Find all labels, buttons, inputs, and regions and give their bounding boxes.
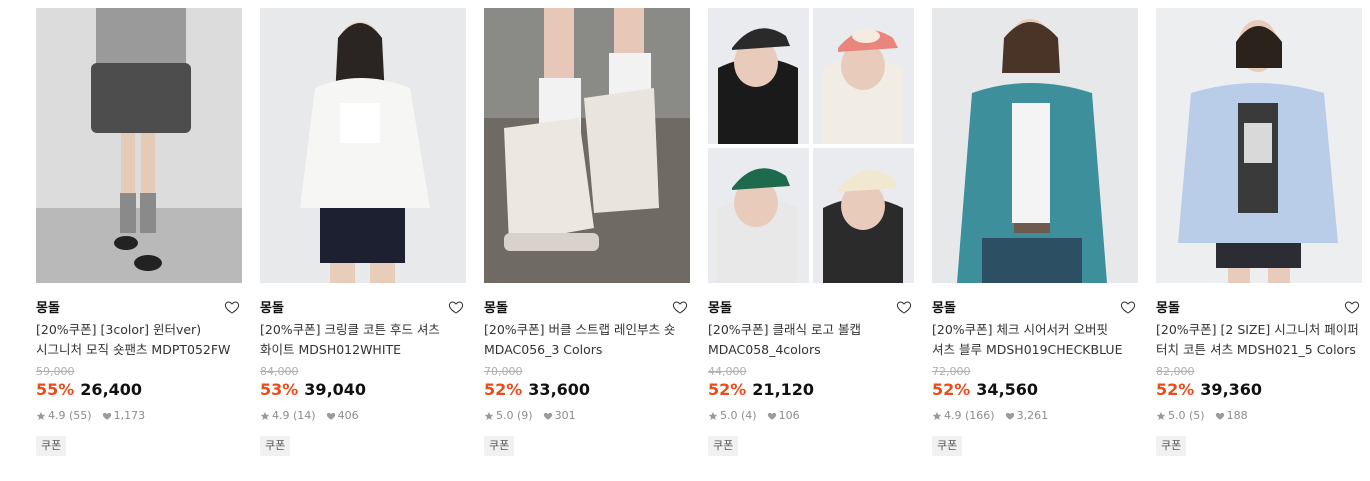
review-meta: 5.0 (5) 188 [1156,408,1362,424]
product-title[interactable]: [20%쿠폰] 버클 스트랩 레인부츠 숏 MDAC056_3 Colors [484,320,690,359]
review-count: (55) [69,409,92,422]
brand-name[interactable]: 몽돌 [932,301,956,316]
like-count: 106 [778,409,800,422]
product-image[interactable] [932,8,1138,283]
product-title[interactable]: [20%쿠폰] [3color] 윈터ver) 시그니처 모직 숏팬츠 MDPT… [36,320,242,359]
like-count: 188 [1226,409,1248,422]
star-icon [260,411,270,420]
product-card[interactable]: 몽돌 [20%쿠폰] [2 SIZE] 시그니처 페이퍼 터치 코튼 셔츠 MD… [1156,8,1362,456]
price-row: 52% 34,560 [932,379,1138,401]
review-meta: 4.9 (14) 406 [260,408,466,424]
original-price: 84,000 [260,365,299,378]
coupon-badge: 쿠폰 [932,436,963,456]
product-card[interactable]: 몽돌 [20%쿠폰] 크링클 코튼 후드 셔츠 화이트 MDSH012WHITE… [260,8,466,456]
product-image[interactable] [1156,8,1362,283]
original-price: 59,000 [36,365,75,378]
product-card[interactable]: 몽돌 [20%쿠폰] 클래식 로고 볼캡 MDAC058_4colors 44,… [708,8,914,456]
original-price: 82,000 [1156,365,1195,378]
review-count: (9) [517,409,533,422]
product-title[interactable]: [20%쿠폰] 체크 시어서커 오버핏 셔츠 블루 MDSH019CHECKBL… [932,320,1138,359]
discount-rate: 52% [1156,380,1195,399]
like-heart-icon [102,412,111,420]
heart-icon[interactable] [448,299,464,315]
review-meta: 4.9 (55) 1,173 [36,408,242,424]
review-count: (166) [965,409,995,422]
price-row: 52% 33,600 [484,379,690,401]
sale-price: 39,360 [1200,380,1263,399]
product-image[interactable] [708,8,914,283]
product-card[interactable]: 몽돌 [20%쿠폰] 체크 시어서커 오버핏 셔츠 블루 MDSH019CHEC… [932,8,1138,456]
star-icon [484,411,494,420]
product-image[interactable] [36,8,242,283]
price-row: 53% 39,040 [260,379,466,401]
discount-rate: 52% [932,380,971,399]
product-grid: 몽돌 [20%쿠폰] [3color] 윈터ver) 시그니처 모직 숏팬츠 M… [0,0,1370,481]
rating: 5.0 [720,409,738,422]
coupon-badge: 쿠폰 [484,436,515,456]
like-count: 406 [337,409,359,422]
review-count: (4) [741,409,757,422]
discount-rate: 52% [484,380,523,399]
product-card[interactable]: 몽돌 [20%쿠폰] [3color] 윈터ver) 시그니처 모직 숏팬츠 M… [36,8,242,456]
sale-price: 34,560 [976,380,1039,399]
sale-price: 26,400 [80,380,143,399]
review-count: (14) [293,409,316,422]
like-heart-icon [543,412,552,420]
review-count: (5) [1189,409,1205,422]
rating: 4.9 [944,409,962,422]
like-count: 1,173 [113,409,146,422]
heart-icon[interactable] [1120,299,1136,315]
product-image[interactable] [484,8,690,283]
star-icon [36,411,46,420]
original-price: 70,000 [484,365,523,378]
brand-name[interactable]: 몽돌 [36,301,60,316]
heart-icon[interactable] [896,299,912,315]
brand-name[interactable]: 몽돌 [484,301,508,316]
discount-rate: 55% [36,380,75,399]
brand-name[interactable]: 몽돌 [708,301,732,316]
star-icon [1156,411,1166,420]
like-count: 3,261 [1016,409,1049,422]
original-price: 44,000 [708,365,747,378]
product-title[interactable]: [20%쿠폰] [2 SIZE] 시그니처 페이퍼 터치 코튼 셔츠 MDSH0… [1156,320,1362,359]
price-row: 52% 39,360 [1156,379,1362,401]
rating: 5.0 [496,409,514,422]
review-meta: 5.0 (4) 106 [708,408,914,424]
discount-rate: 53% [260,380,299,399]
rating: 5.0 [1168,409,1186,422]
like-heart-icon [767,412,776,420]
review-meta: 4.9 (166) 3,261 [932,408,1138,424]
discount-rate: 52% [708,380,747,399]
like-heart-icon [326,412,335,420]
like-count: 301 [554,409,576,422]
original-price: 72,000 [932,365,971,378]
like-heart-icon [1215,412,1224,420]
product-title[interactable]: [20%쿠폰] 크링클 코튼 후드 셔츠 화이트 MDSH012WHITE [260,320,466,359]
rating: 4.9 [48,409,66,422]
star-icon [932,411,942,420]
heart-icon[interactable] [672,299,688,315]
brand-name[interactable]: 몽돌 [1156,301,1180,316]
review-meta: 5.0 (9) 301 [484,408,690,424]
price-row: 55% 26,400 [36,379,242,401]
coupon-badge: 쿠폰 [260,436,291,456]
product-image[interactable] [260,8,466,283]
coupon-badge: 쿠폰 [36,436,67,456]
sale-price: 39,040 [304,380,367,399]
coupon-badge: 쿠폰 [1156,436,1187,456]
price-row: 52% 21,120 [708,379,914,401]
star-icon [708,411,718,420]
heart-icon[interactable] [1344,299,1360,315]
sale-price: 33,600 [528,380,591,399]
sale-price: 21,120 [752,380,815,399]
product-card[interactable]: 몽돌 [20%쿠폰] 버클 스트랩 레인부츠 숏 MDAC056_3 Color… [484,8,690,456]
product-title[interactable]: [20%쿠폰] 클래식 로고 볼캡 MDAC058_4colors [708,320,914,359]
like-heart-icon [1005,412,1014,420]
brand-name[interactable]: 몽돌 [260,301,284,316]
heart-icon[interactable] [224,299,240,315]
coupon-badge: 쿠폰 [708,436,739,456]
rating: 4.9 [272,409,290,422]
